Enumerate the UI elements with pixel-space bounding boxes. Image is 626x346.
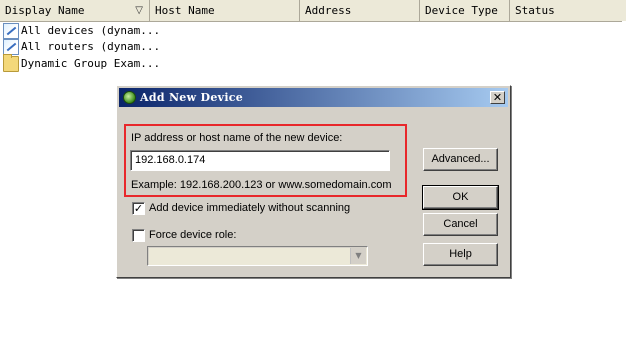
app-icon — [123, 91, 136, 104]
list-item-label: All routers (dynam... — [21, 40, 161, 53]
list-item[interactable]: All devices (dynam... — [3, 22, 160, 39]
cancel-button[interactable]: Cancel — [423, 213, 498, 236]
list-header: Display Name ▽ Host Name Address Device … — [0, 0, 626, 22]
dialog-title-bar[interactable]: Add New Device ✕ — [119, 88, 508, 107]
ip-address-input[interactable]: 192.168.0.174 — [130, 150, 390, 171]
list-item[interactable]: Dynamic Group Exam... — [3, 53, 161, 72]
column-header-display-name[interactable]: Display Name ▽ — [0, 0, 150, 21]
column-header-device-type[interactable]: Device Type — [420, 0, 510, 21]
folder-icon — [3, 53, 19, 72]
list-item[interactable]: All routers (dynam... — [3, 38, 160, 55]
advanced-button[interactable]: Advanced... — [423, 148, 498, 171]
force-role-checkbox[interactable] — [132, 229, 145, 242]
dynamic-group-icon — [3, 38, 19, 55]
device-role-select[interactable]: ▼ — [147, 246, 368, 266]
example-hint: Example: 192.168.200.123 or www.somedoma… — [131, 179, 392, 191]
ok-button[interactable]: OK — [422, 185, 499, 210]
chevron-down-icon[interactable]: ▼ — [350, 248, 366, 264]
add-new-device-dialog: Add New Device ✕ IP address or host name… — [116, 85, 511, 278]
help-button[interactable]: Help — [423, 243, 498, 266]
close-button[interactable]: ✕ — [490, 91, 505, 104]
column-header-address[interactable]: Address — [300, 0, 420, 21]
list-item-label: Dynamic Group Exam... — [21, 57, 161, 70]
column-header-host-name[interactable]: Host Name — [150, 0, 300, 21]
list-edge — [622, 21, 626, 346]
dynamic-group-icon — [3, 22, 19, 39]
add-immediately-label[interactable]: Add device immediately without scanning — [149, 202, 350, 214]
column-header-status[interactable]: Status — [510, 0, 626, 21]
force-role-label[interactable]: Force device role: — [149, 229, 236, 241]
ip-address-label: IP address or host name of the new devic… — [131, 132, 343, 144]
sort-descending-icon: ▽ — [135, 5, 143, 16]
dialog-title: Add New Device — [140, 91, 244, 104]
list-item-label: All devices (dynam... — [21, 24, 161, 37]
add-immediately-checkbox[interactable]: ✓ — [132, 202, 145, 215]
